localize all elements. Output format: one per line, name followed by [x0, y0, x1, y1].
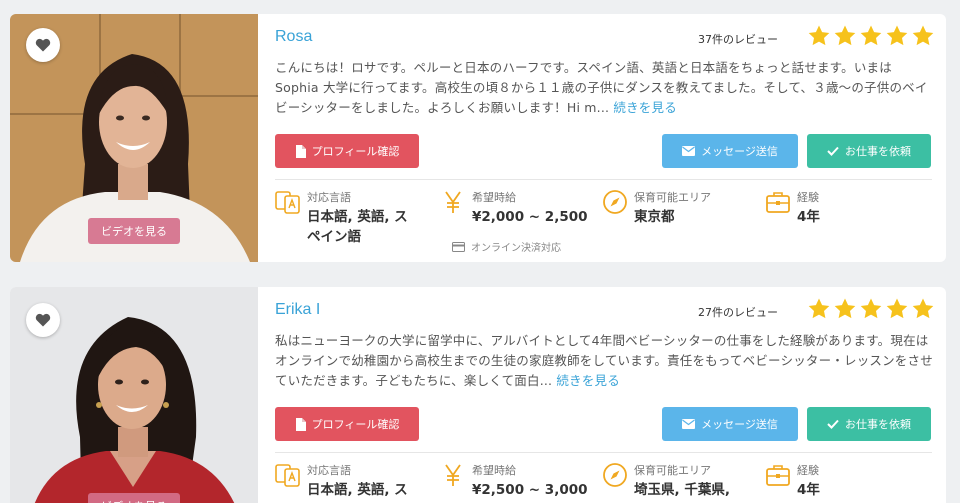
envelope-icon: [682, 146, 696, 156]
briefcase-icon: [766, 192, 790, 213]
review-count[interactable]: 37件のレビュー: [698, 31, 778, 47]
hourly-rate-value: ¥2,500 ~ 3,000: [472, 482, 588, 498]
sitter-card: ビデオを見る Erika I 27件のレビュー 私はニューヨークの大学に留学中に…: [10, 287, 946, 503]
area-label: 保育可能エリア: [634, 464, 711, 477]
sitter-name[interactable]: Rosa: [275, 28, 312, 46]
divider: [275, 179, 932, 180]
experience-value: 4年: [797, 209, 820, 225]
sitter-photo[interactable]: ビデオを見る: [10, 14, 258, 262]
sitter-name[interactable]: Erika I: [275, 301, 320, 319]
view-profile-button[interactable]: プロフィール確認: [275, 134, 419, 168]
watch-video-button[interactable]: ビデオを見る: [88, 218, 180, 244]
read-more-link[interactable]: 続きを見る: [613, 100, 677, 115]
languages-label: 対応言語: [307, 191, 351, 204]
yen-icon: [445, 191, 461, 213]
check-icon: [827, 146, 839, 156]
star-icon: [912, 25, 934, 46]
favorite-button[interactable]: [26, 303, 60, 337]
online-payment-note: オンライン決済対応: [452, 239, 561, 254]
request-job-button[interactable]: お仕事を依頼: [807, 134, 931, 168]
request-job-label: お仕事を依頼: [845, 145, 911, 158]
credit-card-icon: [452, 241, 465, 252]
send-message-button[interactable]: メッセージ送信: [662, 407, 798, 441]
star-rating: [807, 24, 935, 48]
sitter-description: 私はニューヨークの大学に留学中に、アルバイトとして4年間ベビーシッターの仕事をし…: [275, 331, 935, 391]
area-label: 保育可能エリア: [634, 191, 711, 204]
star-icon: [912, 298, 934, 319]
sitter-description: こんにちは！ロサです。ペルーと日本のハーフです。スペイン語、英語と日本語をちょっ…: [275, 58, 935, 118]
view-profile-label: プロフィール確認: [311, 145, 400, 158]
star-icon: [808, 25, 830, 46]
watch-video-button[interactable]: ビデオを見る: [88, 493, 180, 503]
send-message-label: メッセージ送信: [701, 418, 778, 431]
languages-label: 対応言語: [307, 464, 351, 477]
briefcase-icon: [766, 465, 790, 486]
star-icon: [808, 298, 830, 319]
star-icon: [860, 298, 882, 319]
experience-value: 4年: [797, 482, 820, 498]
star-icon: [886, 25, 908, 46]
language-icon: [275, 464, 300, 487]
languages-line: 日本語, 英語, ス: [307, 482, 408, 498]
read-more-link[interactable]: 続きを見る: [556, 373, 620, 388]
request-job-button[interactable]: お仕事を依頼: [807, 407, 931, 441]
hourly-rate-label: 希望時給: [472, 464, 516, 477]
check-icon: [827, 419, 839, 429]
star-icon: [886, 298, 908, 319]
description-text: こんにちは！ロサです。ペルーと日本のハーフです。スペイン語、英語と日本語をちょっ…: [275, 60, 928, 115]
star-icon: [860, 25, 882, 46]
compass-icon: [603, 463, 627, 487]
favorite-button[interactable]: [26, 28, 60, 62]
hourly-rate-value: ¥2,000 ~ 2,500: [472, 209, 588, 225]
send-message-button[interactable]: メッセージ送信: [662, 134, 798, 168]
document-icon: [295, 144, 306, 158]
language-icon: [275, 191, 300, 214]
languages-line: 日本語, 英語, ス: [307, 209, 408, 225]
envelope-icon: [682, 419, 696, 429]
divider: [275, 452, 932, 453]
request-job-label: お仕事を依頼: [845, 418, 911, 431]
document-icon: [295, 417, 306, 431]
languages-line: ペイン語: [307, 229, 361, 245]
area-value: 東京都: [634, 209, 675, 225]
sitter-photo[interactable]: ビデオを見る: [10, 287, 258, 503]
heart-icon: [35, 313, 51, 327]
area-value: 埼玉県, 千葉県,: [634, 482, 730, 498]
review-count[interactable]: 27件のレビュー: [698, 304, 778, 320]
languages-value: 日本語, 英語, ス ペイン語: [307, 207, 408, 247]
star-icon: [834, 298, 856, 319]
yen-icon: [445, 464, 461, 486]
sitter-card: ビデオを見る Rosa 37件のレビュー こんにちは！ロサです。ペルーと日本のハ…: [10, 14, 946, 262]
view-profile-label: プロフィール確認: [311, 418, 400, 431]
online-payment-label: オンライン決済対応: [471, 243, 561, 254]
send-message-label: メッセージ送信: [701, 145, 778, 158]
star-icon: [834, 25, 856, 46]
compass-icon: [603, 190, 627, 214]
star-rating: [807, 297, 935, 321]
languages-value: 日本語, 英語, ス: [307, 480, 408, 500]
view-profile-button[interactable]: プロフィール確認: [275, 407, 419, 441]
experience-label: 経験: [797, 464, 819, 477]
experience-label: 経験: [797, 191, 819, 204]
hourly-rate-label: 希望時給: [472, 191, 516, 204]
heart-icon: [35, 38, 51, 52]
